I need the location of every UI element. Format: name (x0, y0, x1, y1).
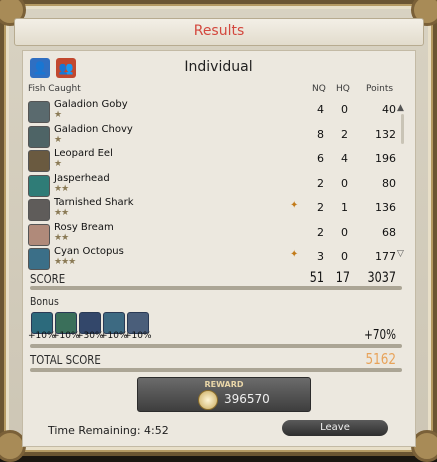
fish-icon (28, 248, 50, 270)
fish-nq: 2 (310, 177, 324, 190)
list-item[interactable]: Leopard Eel★ 64 196 (28, 149, 404, 173)
list-item[interactable]: Galadion Chovy★ 82 132 (28, 125, 404, 149)
fish-points: 68 (358, 226, 396, 239)
scrip-coin-icon (198, 390, 218, 410)
bonus-percent: +10% (100, 331, 126, 341)
fish-icon (28, 175, 50, 197)
fish-name: Galadion Chovy (54, 124, 133, 135)
fish-points: 196 (358, 152, 396, 165)
fish-stars: ★★ (54, 208, 68, 218)
scrollbar[interactable] (401, 114, 404, 144)
score-nq: 51 (305, 270, 324, 286)
fish-hq: 0 (334, 250, 348, 263)
bonus-total: +70% (359, 328, 396, 343)
fish-icon (28, 224, 50, 246)
fish-stars: ★ (54, 110, 61, 120)
window-title: Results (15, 23, 423, 39)
fish-stars: ★★★ (54, 257, 75, 267)
list-item[interactable]: Jasperhead★★ 20 80 (28, 174, 404, 198)
fish-hq: 4 (334, 152, 348, 165)
fish-name: Leopard Eel (54, 148, 113, 159)
fish-points: 177 (358, 250, 396, 263)
fish-points: 40 (358, 103, 396, 116)
fish-stars: ★ (54, 135, 61, 145)
collectable-icon: ✦ (290, 200, 298, 211)
score-label: SCORE (30, 272, 65, 286)
reward-value: 396570 (224, 392, 270, 406)
title-bar: Results (14, 18, 424, 46)
list-item[interactable]: Cyan Octopus★★★ ✦ 30 177 (28, 247, 404, 271)
score-points: 3037 (367, 270, 396, 286)
fish-hq: 0 (334, 177, 348, 190)
fish-icon (28, 126, 50, 148)
total-score-value: 5162 (356, 350, 396, 368)
fish-points: 80 (358, 177, 396, 190)
bonus-label: Bonus (30, 295, 59, 308)
score-divider (30, 286, 402, 290)
fish-name: Rosy Bream (54, 222, 114, 233)
reward-box: REWARD 396570 (137, 377, 311, 412)
bonus-percent: +30% (76, 331, 102, 341)
fish-icon (28, 101, 50, 123)
col-hq: HQ (336, 84, 350, 94)
bonus-percent: +10% (28, 331, 54, 341)
fish-stars: ★★ (54, 233, 68, 243)
fish-hq: 0 (334, 226, 348, 239)
fish-name: Tarnished Shark (54, 197, 134, 208)
fish-stars: ★★ (54, 184, 68, 194)
fish-name: Galadion Goby (54, 99, 128, 110)
fish-nq: 2 (310, 226, 324, 239)
list-item[interactable]: Tarnished Shark★★ ✦ 21 136 (28, 198, 404, 222)
fish-name: Cyan Octopus (54, 246, 124, 257)
collectable-icon: ✦ (290, 249, 298, 260)
fish-hq: 0 (334, 103, 348, 116)
scroll-up-icon[interactable]: ▲ (397, 103, 404, 113)
bonus-percent: +10% (52, 331, 78, 341)
bonus-percent: +10% (124, 331, 150, 341)
reward-label: REWARD (138, 380, 310, 389)
fish-stars: ★ (54, 159, 61, 169)
fish-icon (28, 150, 50, 172)
leave-button[interactable]: Leave (282, 420, 388, 436)
total-divider (30, 368, 402, 372)
fish-name: Jasperhead (54, 173, 110, 184)
col-points: Points (366, 84, 393, 94)
time-remaining: Time Remaining: 4:52 (48, 424, 169, 437)
mode-heading: Individual (0, 59, 437, 75)
bonus-divider (30, 344, 402, 348)
score-hq: 17 (331, 270, 350, 286)
fish-points: 132 (358, 128, 396, 141)
fish-nq: 2 (310, 201, 324, 214)
fish-hq: 1 (334, 201, 348, 214)
fish-nq: 6 (310, 152, 324, 165)
fish-nq: 3 (310, 250, 324, 263)
fish-points: 136 (358, 201, 396, 214)
col-fish-caught: Fish Caught (28, 84, 81, 94)
scroll-down-icon[interactable]: ▽ (397, 249, 404, 259)
fish-nq: 8 (310, 128, 324, 141)
fish-nq: 4 (310, 103, 324, 116)
total-score-label: TOTAL SCORE (30, 353, 101, 367)
list-item[interactable]: Galadion Goby★ 40 40 (28, 100, 404, 124)
fish-icon (28, 199, 50, 221)
list-item[interactable]: Rosy Bream★★ 20 68 (28, 223, 404, 247)
fish-hq: 2 (334, 128, 348, 141)
col-nq: NQ (312, 84, 326, 94)
